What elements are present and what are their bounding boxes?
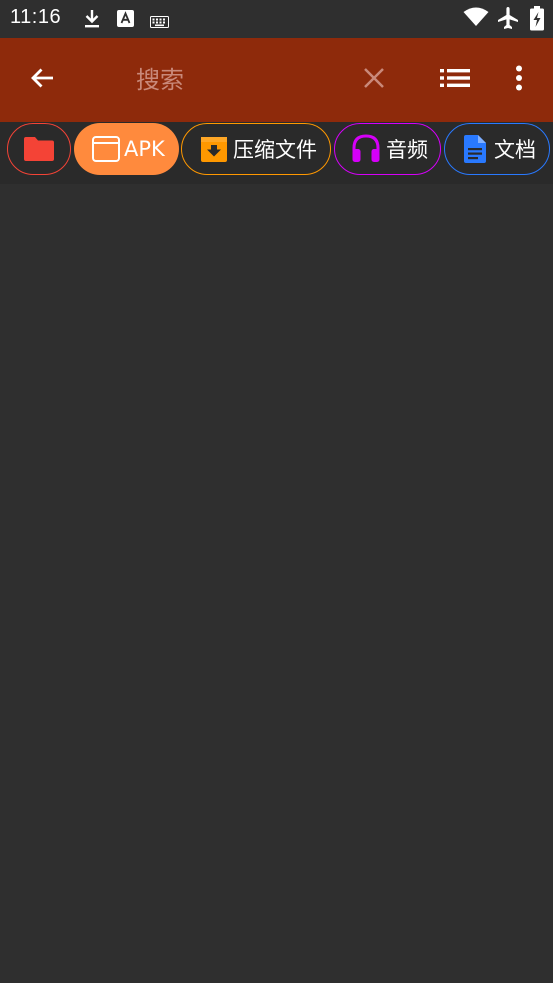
more-options-button[interactable] xyxy=(498,58,540,102)
filter-chip-apk[interactable]: APK xyxy=(74,123,179,175)
close-icon xyxy=(363,67,385,93)
filter-chip-label: 文档 xyxy=(494,138,536,162)
filter-chip-label: 音频 xyxy=(386,138,428,162)
filter-chip-label: APK xyxy=(124,137,165,161)
archive-icon xyxy=(200,135,228,163)
window-icon xyxy=(91,134,121,164)
view-mode-button[interactable] xyxy=(431,58,479,102)
arrow-left-icon xyxy=(29,65,55,95)
more-vert-icon xyxy=(515,65,523,95)
clear-search-button[interactable] xyxy=(352,58,396,102)
filter-chip-audio[interactable]: 音频 xyxy=(334,123,441,175)
airplane-icon xyxy=(497,6,519,34)
search-toolbar xyxy=(0,38,553,122)
folder-icon xyxy=(23,136,55,162)
filter-chips: APK 压缩文件 音频 文档 xyxy=(0,122,553,184)
file-list-area[interactable] xyxy=(0,184,553,983)
filter-chip-archive[interactable]: 压缩文件 xyxy=(181,123,331,175)
battery-charging-icon xyxy=(530,6,544,35)
filter-chip-document[interactable]: 文档 xyxy=(444,123,550,175)
status-bar: 11:16 xyxy=(0,0,553,38)
search-input[interactable] xyxy=(122,58,342,102)
back-button[interactable] xyxy=(18,56,66,104)
a-app-icon xyxy=(117,10,134,31)
keyboard-icon xyxy=(150,13,169,32)
filter-chip-label: 压缩文件 xyxy=(233,138,317,162)
document-icon xyxy=(462,134,488,164)
download-icon xyxy=(82,8,102,34)
wifi-icon xyxy=(463,7,489,31)
status-time: 11:16 xyxy=(10,6,62,28)
filter-chip-folder[interactable] xyxy=(7,123,71,175)
headphones-icon xyxy=(351,134,381,164)
list-view-icon xyxy=(440,68,470,92)
